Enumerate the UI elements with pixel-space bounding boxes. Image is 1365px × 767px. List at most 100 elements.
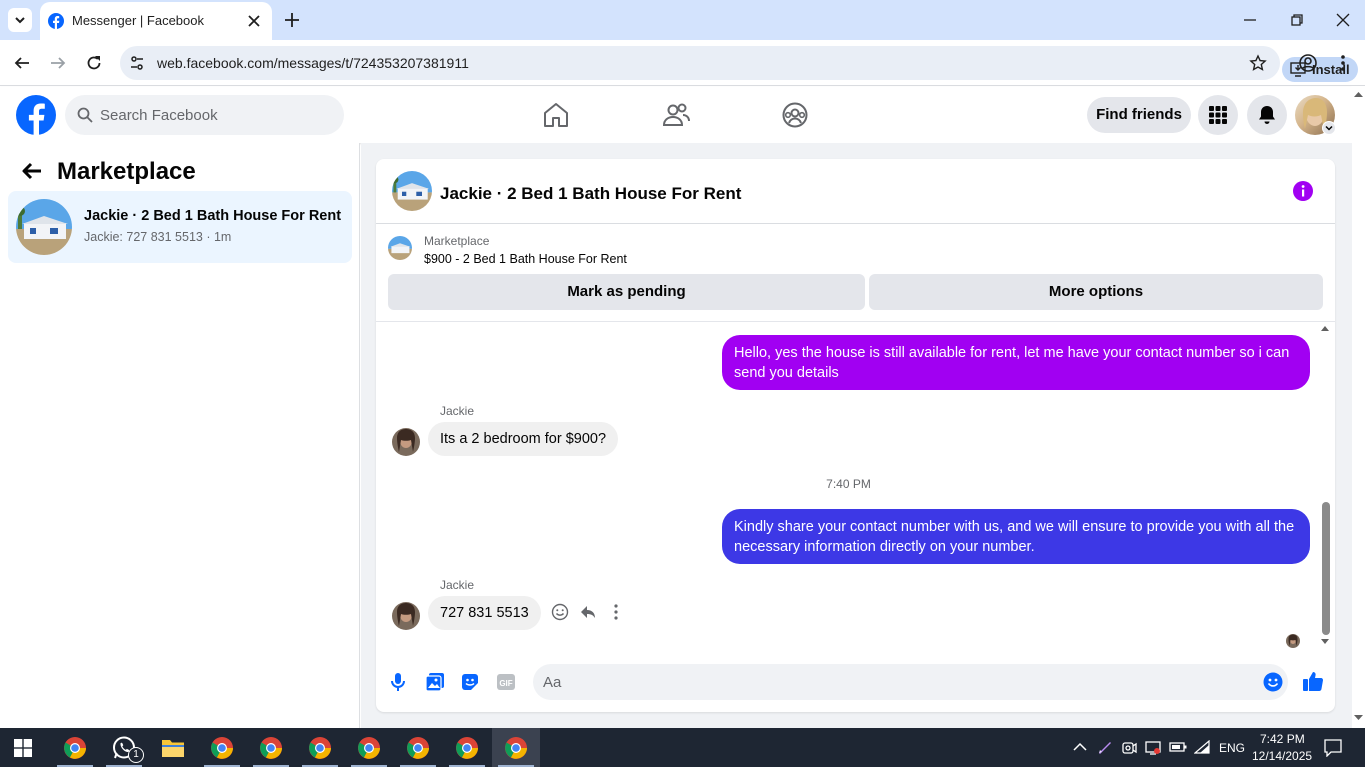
listing-mini-thumbnail — [388, 236, 412, 260]
notification-center-icon[interactable] — [1324, 739, 1342, 757]
mark-as-pending-button[interactable]: Mark as pending — [388, 274, 865, 310]
tray-camera-icon[interactable] — [1121, 740, 1137, 756]
avatar-photo-icon — [1286, 634, 1300, 648]
more-actions-icon[interactable] — [608, 603, 624, 621]
avatar-photo-icon — [392, 602, 420, 630]
notifications-button[interactable] — [1247, 95, 1287, 135]
windows-taskbar: 1 ENG 7:42 PM 12/14/2025 — [0, 728, 1365, 767]
scroll-up-icon[interactable] — [1321, 325, 1329, 331]
chrome-icon — [309, 737, 331, 759]
incoming-message[interactable]: 727 831 5513 — [428, 596, 541, 630]
bookmark-star-icon[interactable] — [1249, 54, 1267, 72]
forward-icon[interactable] — [49, 54, 67, 72]
address-bar[interactable]: web.facebook.com/messages/t/724353207381… — [120, 46, 1358, 82]
tray-battery-icon[interactable] — [1169, 741, 1187, 753]
minimize-icon[interactable] — [1242, 12, 1258, 28]
tray-chevron-up-icon[interactable] — [1073, 742, 1087, 752]
tab-search-dropdown[interactable] — [8, 8, 32, 32]
chrome-icon — [64, 737, 86, 759]
info-icon[interactable] — [1292, 180, 1314, 202]
search-input[interactable] — [100, 95, 330, 135]
chrome-icon — [211, 737, 233, 759]
whatsapp-badge: 1 — [128, 747, 144, 763]
outgoing-message[interactable]: Hello, yes the house is still available … — [722, 335, 1310, 390]
listing-source: Marketplace — [424, 234, 490, 248]
message-input[interactable] — [543, 664, 1243, 700]
taskbar-chrome-profile[interactable] — [443, 728, 491, 767]
chat-title[interactable]: Jackie · 2 Bed 1 Bath House For Rent — [440, 184, 741, 204]
groups-icon[interactable] — [781, 102, 809, 128]
taskbar-whatsapp-app[interactable]: 1 — [100, 728, 148, 767]
conversation-item[interactable]: Jackie · 2 Bed 1 Bath House For Rent Jac… — [8, 191, 352, 263]
house-photo-icon — [16, 199, 72, 255]
taskbar-chrome-active[interactable] — [492, 728, 540, 767]
tray-wifi-icon[interactable] — [1194, 740, 1210, 754]
scroll-thumb[interactable] — [1322, 502, 1330, 635]
listing-title[interactable]: $900 - 2 Bed 1 Bath House For Rent — [424, 252, 627, 266]
profile-icon[interactable] — [1298, 53, 1318, 73]
tray-clock-time[interactable]: 7:42 PM — [1260, 732, 1305, 746]
message-composer[interactable] — [533, 664, 1288, 700]
message-sender: Jackie — [440, 404, 475, 418]
taskbar-chrome-profile[interactable] — [394, 728, 442, 767]
windows-start-icon[interactable] — [14, 739, 32, 757]
site-info-icon[interactable] — [129, 55, 145, 71]
microphone-icon[interactable] — [390, 672, 406, 692]
taskbar-file-explorer[interactable] — [149, 728, 197, 767]
browser-tab-messenger[interactable]: Messenger | Facebook — [40, 2, 272, 40]
taskbar-chrome-profile[interactable] — [296, 728, 344, 767]
browser-toolbar: web.facebook.com/messages/t/724353207381… — [0, 40, 1365, 86]
sender-avatar[interactable] — [392, 428, 420, 456]
restore-icon[interactable] — [1289, 12, 1305, 28]
marketplace-sidebar: Marketplace Jackie · 2 Bed 1 Bath House … — [0, 143, 360, 728]
svg-text:GIF: GIF — [499, 679, 512, 688]
taskbar-chrome-profile[interactable] — [345, 728, 393, 767]
taskbar-chrome-profile[interactable] — [247, 728, 295, 767]
more-options-button[interactable]: More options — [869, 274, 1323, 310]
emoji-icon[interactable] — [1263, 672, 1283, 692]
like-thumbs-up-icon[interactable] — [1302, 670, 1324, 692]
home-icon[interactable] — [542, 102, 570, 128]
tray-clock-date[interactable]: 12/14/2025 — [1252, 749, 1312, 763]
back-icon[interactable] — [13, 54, 31, 72]
tray-pen-icon[interactable] — [1097, 739, 1113, 755]
chat-header-avatar[interactable] — [392, 171, 432, 211]
scroll-up-icon[interactable] — [1354, 91, 1363, 97]
sidebar-title: Marketplace — [57, 158, 196, 185]
incoming-message[interactable]: Its a 2 bedroom for $900? — [428, 422, 619, 456]
house-photo-icon — [392, 171, 432, 211]
page-scrollbar[interactable] — [1352, 87, 1365, 728]
back-arrow-icon[interactable] — [21, 162, 43, 180]
avatar-photo-icon — [392, 428, 420, 456]
account-dropdown[interactable] — [1322, 121, 1336, 135]
react-emoji-icon[interactable] — [551, 603, 569, 621]
menu-button[interactable] — [1198, 95, 1238, 135]
messages-scrollbar[interactable] — [1318, 322, 1332, 649]
facebook-logo-icon[interactable] — [16, 95, 56, 135]
taskbar-chrome-profile[interactable] — [198, 728, 246, 767]
facebook-favicon-icon — [48, 13, 64, 29]
search-box[interactable] — [65, 95, 344, 135]
sticker-icon[interactable] — [460, 672, 480, 692]
reply-icon[interactable] — [579, 603, 597, 621]
scroll-down-icon[interactable] — [1354, 715, 1363, 721]
kebab-menu-icon[interactable] — [1335, 53, 1351, 73]
new-tab-icon[interactable] — [283, 11, 301, 29]
photo-attach-icon[interactable] — [425, 672, 445, 692]
taskbar-chrome-app[interactable] — [51, 728, 99, 767]
close-window-icon[interactable] — [1335, 12, 1351, 28]
chrome-icon — [260, 737, 282, 759]
reload-icon[interactable] — [85, 54, 103, 72]
friends-icon[interactable] — [662, 102, 690, 128]
scroll-down-icon[interactable] — [1321, 639, 1329, 645]
tab-title: Messenger | Facebook — [72, 13, 204, 28]
sender-avatar[interactable] — [392, 602, 420, 630]
tray-language[interactable]: ENG — [1219, 741, 1245, 755]
close-tab-icon[interactable] — [246, 13, 262, 29]
gif-icon[interactable]: GIF — [496, 672, 516, 692]
find-friends-button[interactable]: Find friends — [1087, 97, 1191, 133]
menu-grid-icon — [1209, 106, 1227, 124]
outgoing-message[interactable]: Kindly share your contact number with us… — [722, 509, 1310, 564]
tray-display-icon[interactable] — [1145, 740, 1161, 756]
search-icon — [77, 107, 93, 123]
